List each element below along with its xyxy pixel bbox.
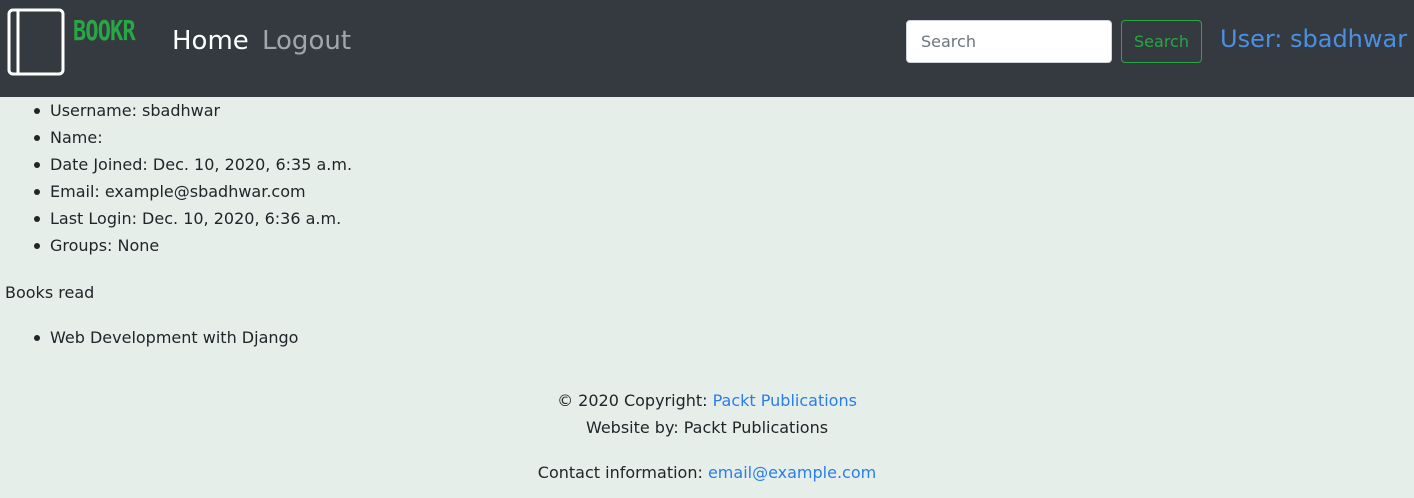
list-item: Web Development with Django bbox=[0, 328, 298, 355]
search-input[interactable] bbox=[906, 20, 1112, 63]
nav-logout-link[interactable]: Logout bbox=[262, 26, 351, 56]
profile-username: Username: sbadhwar bbox=[0, 101, 352, 128]
footer-website-by: Website by: Packt Publications bbox=[585, 418, 829, 437]
profile-last-login: Last Login: Dec. 10, 2020, 6:36 a.m. bbox=[0, 209, 352, 236]
books-read-list: Web Development with Django bbox=[0, 328, 298, 355]
contact-label: Contact information: bbox=[537, 463, 703, 482]
brand-logo-text[interactable]: BOOKR bbox=[73, 14, 136, 47]
profile-name: Name: bbox=[0, 128, 352, 155]
contact-email-link[interactable]: email@example.com bbox=[708, 463, 876, 482]
profile-date-joined: Date Joined: Dec. 10, 2020, 6:35 a.m. bbox=[0, 155, 352, 182]
footer-copyright: © 2020 Copyright: Packt Publications bbox=[0, 391, 1414, 418]
search-button[interactable]: Search bbox=[1121, 20, 1202, 63]
book-icon[interactable] bbox=[6, 7, 66, 77]
profile-details-list: Username: sbadhwar Name: Date Joined: De… bbox=[0, 101, 352, 263]
navbar: BOOKR Home Logout Search User: sbadhwar bbox=[0, 0, 1414, 97]
user-profile-link[interactable]: User: sbadhwar bbox=[1220, 25, 1407, 53]
copyright-text: © 2020 Copyright: bbox=[557, 391, 708, 410]
profile-email: Email: example@sbadhwar.com bbox=[0, 182, 352, 209]
packt-publications-link[interactable]: Packt Publications bbox=[713, 391, 857, 410]
profile-groups: Groups: None bbox=[0, 236, 352, 263]
footer: © 2020 Copyright: Packt Publications Web… bbox=[0, 391, 1414, 490]
nav-home-link[interactable]: Home bbox=[172, 26, 249, 56]
books-read-heading: Books read bbox=[5, 283, 95, 302]
footer-contact: Contact information: email@example.com bbox=[0, 463, 1414, 490]
